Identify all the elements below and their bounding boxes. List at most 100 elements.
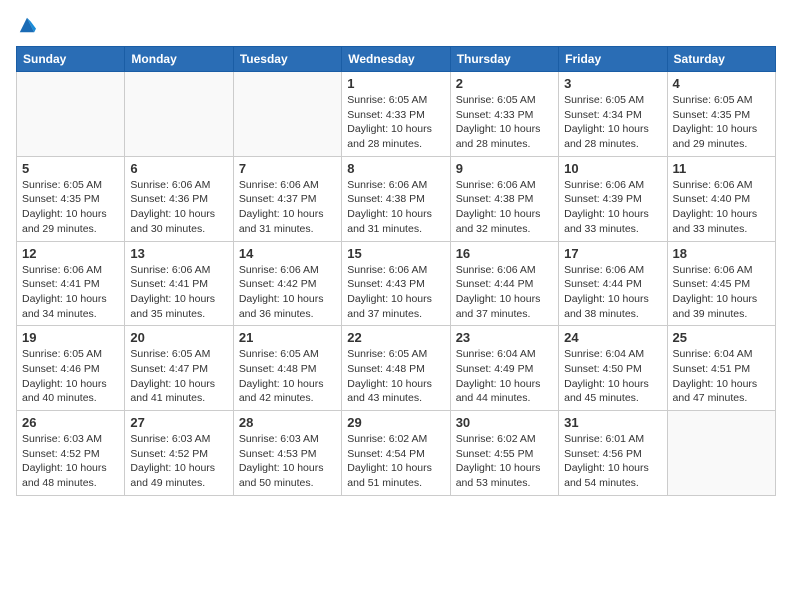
day-number: 28 (239, 415, 336, 430)
day-info: Sunrise: 6:06 AMSunset: 4:40 PMDaylight:… (673, 178, 770, 237)
day-info: Sunrise: 6:06 AMSunset: 4:41 PMDaylight:… (22, 263, 119, 322)
calendar-week-row: 5 Sunrise: 6:05 AMSunset: 4:35 PMDaylight… (17, 156, 776, 241)
calendar-cell: 12 Sunrise: 6:06 AMSunset: 4:41 PMDayligh… (17, 241, 125, 326)
day-number: 25 (673, 330, 770, 345)
calendar-cell (17, 72, 125, 157)
day-number: 5 (22, 161, 119, 176)
calendar-cell: 9 Sunrise: 6:06 AMSunset: 4:38 PMDaylight… (450, 156, 558, 241)
calendar-cell (233, 72, 341, 157)
calendar-cell: 24 Sunrise: 6:04 AMSunset: 4:50 PMDayligh… (559, 326, 667, 411)
calendar-cell: 3 Sunrise: 6:05 AMSunset: 4:34 PMDaylight… (559, 72, 667, 157)
day-number: 4 (673, 76, 770, 91)
day-info: Sunrise: 6:04 AMSunset: 4:51 PMDaylight:… (673, 347, 770, 406)
weekday-header: Tuesday (233, 47, 341, 72)
calendar-cell: 5 Sunrise: 6:05 AMSunset: 4:35 PMDaylight… (17, 156, 125, 241)
day-info: Sunrise: 6:04 AMSunset: 4:50 PMDaylight:… (564, 347, 661, 406)
day-info: Sunrise: 6:06 AMSunset: 4:45 PMDaylight:… (673, 263, 770, 322)
day-info: Sunrise: 6:05 AMSunset: 4:35 PMDaylight:… (22, 178, 119, 237)
calendar-cell: 28 Sunrise: 6:03 AMSunset: 4:53 PMDayligh… (233, 411, 341, 496)
calendar-cell (125, 72, 233, 157)
calendar-table: SundayMondayTuesdayWednesdayThursdayFrid… (16, 46, 776, 496)
weekday-header: Wednesday (342, 47, 450, 72)
calendar-cell: 25 Sunrise: 6:04 AMSunset: 4:51 PMDayligh… (667, 326, 775, 411)
day-info: Sunrise: 6:04 AMSunset: 4:49 PMDaylight:… (456, 347, 553, 406)
calendar-cell: 10 Sunrise: 6:06 AMSunset: 4:39 PMDayligh… (559, 156, 667, 241)
day-number: 12 (22, 246, 119, 261)
day-info: Sunrise: 6:05 AMSunset: 4:33 PMDaylight:… (456, 93, 553, 152)
day-number: 2 (456, 76, 553, 91)
day-info: Sunrise: 6:06 AMSunset: 4:38 PMDaylight:… (347, 178, 444, 237)
calendar-cell: 13Sunrise: 6:06 AMSunset: 4:41 PMDayligh… (125, 241, 233, 326)
day-info: Sunrise: 6:06 AMSunset: 4:44 PMDaylight:… (564, 263, 661, 322)
calendar-cell: 15Sunrise: 6:06 AMSunset: 4:43 PMDayligh… (342, 241, 450, 326)
calendar-cell: 1 Sunrise: 6:05 AMSunset: 4:33 PMDaylight… (342, 72, 450, 157)
calendar-week-row: 12 Sunrise: 6:06 AMSunset: 4:41 PMDayligh… (17, 241, 776, 326)
day-info: Sunrise: 6:06 AMSunset: 4:43 PMDaylight:… (347, 263, 444, 322)
day-number: 3 (564, 76, 661, 91)
day-number: 16 (456, 246, 553, 261)
day-info: Sunrise: 6:05 AMSunset: 4:47 PMDaylight:… (130, 347, 227, 406)
day-number: 22 (347, 330, 444, 345)
day-number: 9 (456, 161, 553, 176)
calendar-header-row: SundayMondayTuesdayWednesdayThursdayFrid… (17, 47, 776, 72)
day-info: Sunrise: 6:05 AMSunset: 4:46 PMDaylight:… (22, 347, 119, 406)
calendar-cell: 20 Sunrise: 6:05 AMSunset: 4:47 PMDayligh… (125, 326, 233, 411)
calendar-cell (667, 411, 775, 496)
day-number: 27 (130, 415, 227, 430)
page-header (16, 16, 776, 34)
day-info: Sunrise: 6:06 AMSunset: 4:44 PMDaylight:… (456, 263, 553, 322)
day-info: Sunrise: 6:06 AMSunset: 4:41 PMDaylight:… (130, 263, 227, 322)
calendar-week-row: 19 Sunrise: 6:05 AMSunset: 4:46 PMDayligh… (17, 326, 776, 411)
day-info: Sunrise: 6:06 AMSunset: 4:36 PMDaylight:… (130, 178, 227, 237)
calendar-cell: 31 Sunrise: 6:01 AMSunset: 4:56 PMDayligh… (559, 411, 667, 496)
calendar-cell: 21 Sunrise: 6:05 AMSunset: 4:48 PMDayligh… (233, 326, 341, 411)
day-number: 30 (456, 415, 553, 430)
calendar-cell: 18 Sunrise: 6:06 AMSunset: 4:45 PMDayligh… (667, 241, 775, 326)
day-number: 14 (239, 246, 336, 261)
day-info: Sunrise: 6:06 AMSunset: 4:39 PMDaylight:… (564, 178, 661, 237)
day-number: 7 (239, 161, 336, 176)
calendar-cell: 6 Sunrise: 6:06 AMSunset: 4:36 PMDaylight… (125, 156, 233, 241)
day-number: 31 (564, 415, 661, 430)
day-number: 8 (347, 161, 444, 176)
day-info: Sunrise: 6:05 AMSunset: 4:33 PMDaylight:… (347, 93, 444, 152)
day-number: 24 (564, 330, 661, 345)
day-number: 19 (22, 330, 119, 345)
calendar-cell: 29Sunrise: 6:02 AMSunset: 4:54 PMDayligh… (342, 411, 450, 496)
day-info: Sunrise: 6:06 AMSunset: 4:42 PMDaylight:… (239, 263, 336, 322)
calendar-cell: 16 Sunrise: 6:06 AMSunset: 4:44 PMDayligh… (450, 241, 558, 326)
day-number: 18 (673, 246, 770, 261)
calendar-cell: 19 Sunrise: 6:05 AMSunset: 4:46 PMDayligh… (17, 326, 125, 411)
calendar-cell: 26Sunrise: 6:03 AMSunset: 4:52 PMDayligh… (17, 411, 125, 496)
day-info: Sunrise: 6:03 AMSunset: 4:53 PMDaylight:… (239, 432, 336, 491)
calendar-cell: 23Sunrise: 6:04 AMSunset: 4:49 PMDayligh… (450, 326, 558, 411)
day-number: 20 (130, 330, 227, 345)
calendar-cell: 2 Sunrise: 6:05 AMSunset: 4:33 PMDaylight… (450, 72, 558, 157)
day-info: Sunrise: 6:06 AMSunset: 4:38 PMDaylight:… (456, 178, 553, 237)
weekday-header: Monday (125, 47, 233, 72)
day-number: 11 (673, 161, 770, 176)
calendar-cell: 11 Sunrise: 6:06 AMSunset: 4:40 PMDayligh… (667, 156, 775, 241)
day-info: Sunrise: 6:03 AMSunset: 4:52 PMDaylight:… (22, 432, 119, 491)
weekday-header: Friday (559, 47, 667, 72)
weekday-header: Saturday (667, 47, 775, 72)
day-info: Sunrise: 6:01 AMSunset: 4:56 PMDaylight:… (564, 432, 661, 491)
calendar-cell: 22Sunrise: 6:05 AMSunset: 4:48 PMDayligh… (342, 326, 450, 411)
day-info: Sunrise: 6:05 AMSunset: 4:35 PMDaylight:… (673, 93, 770, 152)
calendar-cell: 30Sunrise: 6:02 AMSunset: 4:55 PMDayligh… (450, 411, 558, 496)
calendar-cell: 14 Sunrise: 6:06 AMSunset: 4:42 PMDayligh… (233, 241, 341, 326)
day-info: Sunrise: 6:06 AMSunset: 4:37 PMDaylight:… (239, 178, 336, 237)
day-number: 1 (347, 76, 444, 91)
day-number: 6 (130, 161, 227, 176)
calendar-week-row: 1 Sunrise: 6:05 AMSunset: 4:33 PMDaylight… (17, 72, 776, 157)
calendar-cell: 4 Sunrise: 6:05 AMSunset: 4:35 PMDaylight… (667, 72, 775, 157)
day-info: Sunrise: 6:05 AMSunset: 4:34 PMDaylight:… (564, 93, 661, 152)
day-info: Sunrise: 6:05 AMSunset: 4:48 PMDaylight:… (239, 347, 336, 406)
day-number: 10 (564, 161, 661, 176)
logo-icon (18, 16, 36, 34)
day-number: 21 (239, 330, 336, 345)
day-number: 17 (564, 246, 661, 261)
logo (16, 16, 36, 34)
day-info: Sunrise: 6:03 AMSunset: 4:52 PMDaylight:… (130, 432, 227, 491)
day-number: 29 (347, 415, 444, 430)
